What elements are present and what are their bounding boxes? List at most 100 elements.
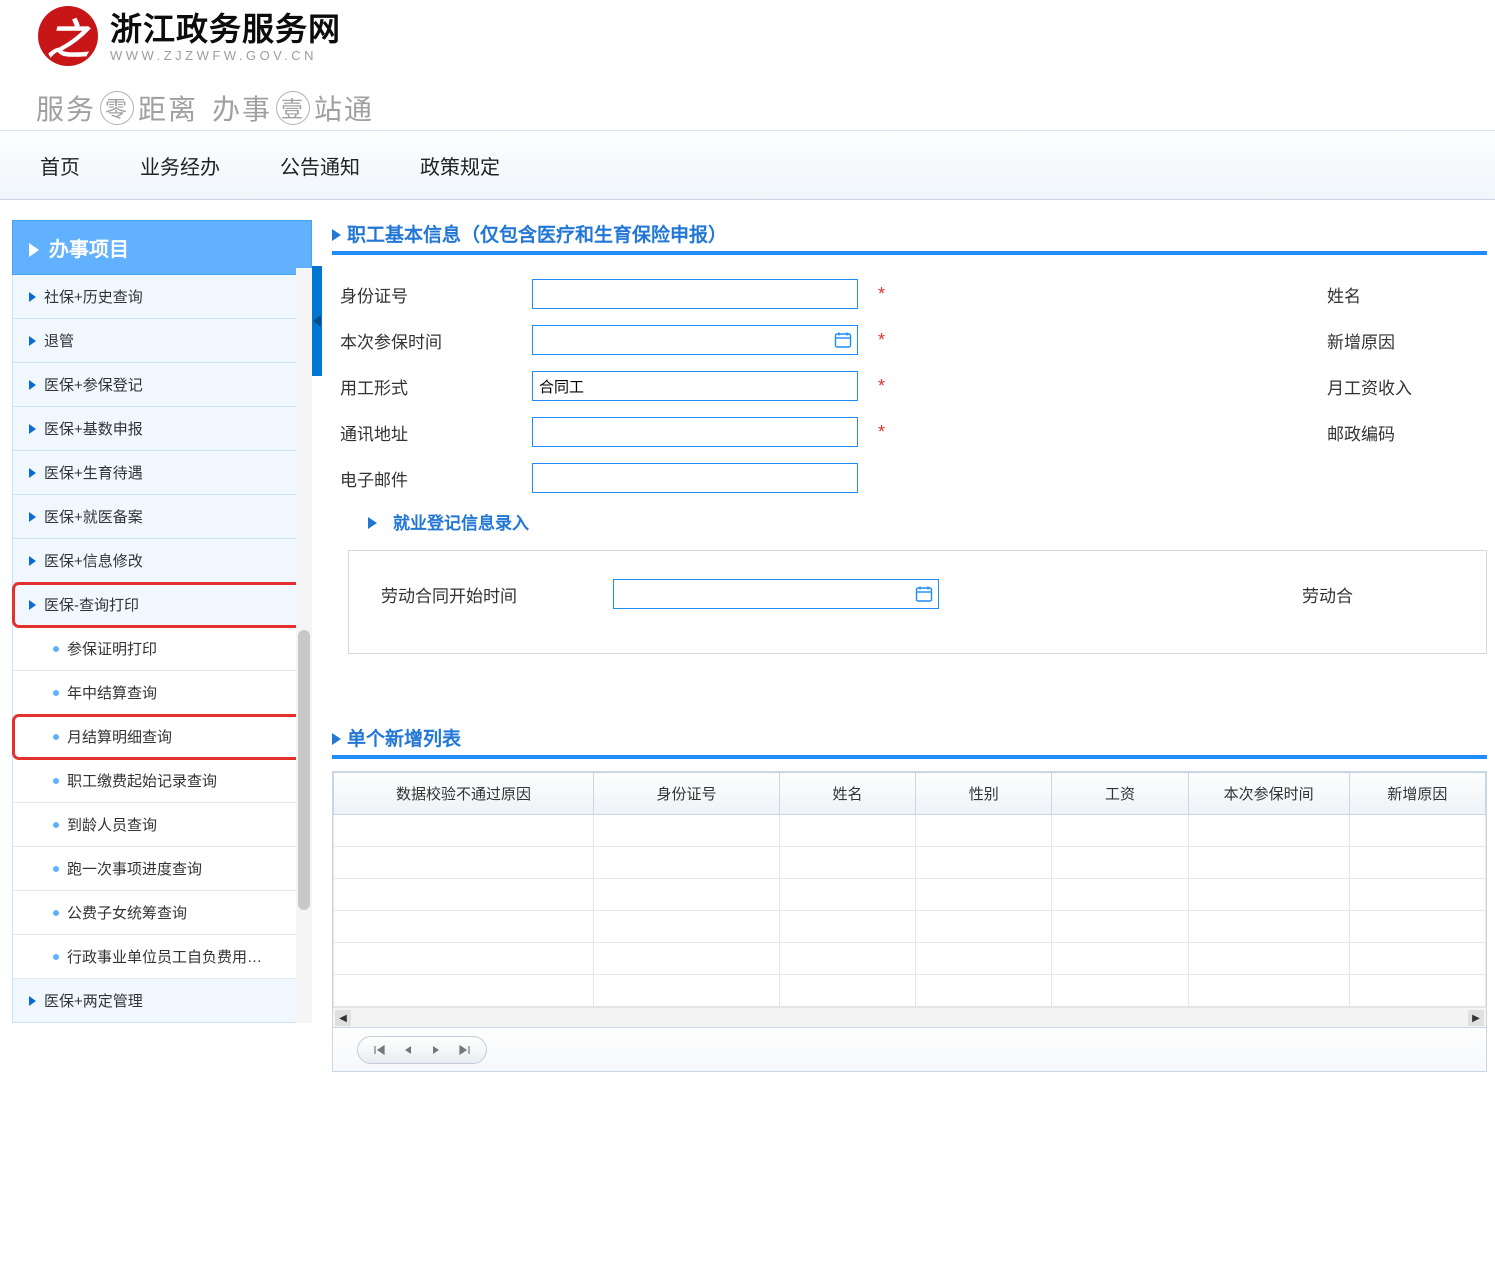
table-row[interactable] bbox=[334, 943, 1486, 975]
table-row[interactable] bbox=[334, 879, 1486, 911]
sidebar-item-11[interactable]: 职工缴费起始记录查询 bbox=[13, 759, 311, 803]
table-row[interactable] bbox=[334, 911, 1486, 943]
label-contract-right: 劳动合 bbox=[1302, 582, 1462, 607]
caret-icon bbox=[29, 600, 36, 610]
sidebar: 办事项目 社保+历史查询退管医保+参保登记医保+基数申报医保+生育待遇医保+就医… bbox=[12, 220, 312, 1023]
caret-icon bbox=[29, 556, 36, 566]
table-row[interactable] bbox=[334, 847, 1486, 879]
dot-icon bbox=[53, 778, 59, 784]
sidebar-item-label: 到龄人员查询 bbox=[67, 817, 157, 834]
pager-next-button[interactable] bbox=[422, 1041, 450, 1059]
input-r3[interactable] bbox=[532, 371, 858, 401]
top-nav: 首页 业务经办 公告通知 政策规定 bbox=[0, 130, 1495, 200]
calendar-icon[interactable] bbox=[909, 579, 939, 609]
label-r4: 通讯地址 bbox=[332, 420, 532, 445]
sidebar-item-6[interactable]: 医保+信息修改 bbox=[13, 539, 311, 583]
pager-prev-button[interactable] bbox=[394, 1041, 422, 1059]
table-hscrollbar[interactable]: ◀ ▶ bbox=[333, 1007, 1486, 1027]
sidebar-item-12[interactable]: 到龄人员查询 bbox=[13, 803, 311, 847]
sidebar-item-2[interactable]: 医保+参保登记 bbox=[13, 363, 311, 407]
label2-r1: 姓名 bbox=[1327, 282, 1487, 307]
sidebar-item-5[interactable]: 医保+就医备案 bbox=[13, 495, 311, 539]
sidebar-item-15[interactable]: 行政事业单位员工自负费用… bbox=[13, 935, 311, 979]
sidebar-item-label: 跑一次事项进度查询 bbox=[67, 861, 202, 878]
dot-icon bbox=[53, 954, 59, 960]
sidebar-scroll-thumb[interactable] bbox=[298, 630, 310, 910]
input-r5[interactable] bbox=[532, 463, 858, 493]
dot-icon bbox=[53, 734, 59, 740]
table-row[interactable] bbox=[334, 975, 1486, 1007]
input-contract-start[interactable] bbox=[613, 579, 939, 609]
required-star: * bbox=[878, 284, 885, 305]
label-r1: 身份证号 bbox=[332, 282, 532, 307]
sidebar-item-label: 医保+两定管理 bbox=[44, 993, 143, 1010]
table-每col-5: 本次参保时间 bbox=[1188, 773, 1349, 815]
label-contract-start: 劳动合同开始时间 bbox=[373, 582, 613, 607]
sidebar-item-label: 职工缴费起始记录查询 bbox=[67, 773, 217, 790]
pager-last-button[interactable] bbox=[450, 1041, 478, 1059]
sidebar-item-label: 医保+参保登记 bbox=[44, 377, 143, 394]
dot-icon bbox=[53, 910, 59, 916]
sidebar-item-label: 医保+就医备案 bbox=[44, 509, 143, 526]
caret-icon bbox=[29, 424, 36, 434]
sidebar-item-4[interactable]: 医保+生育待遇 bbox=[13, 451, 311, 495]
sidebar-item-14[interactable]: 公费子女统筹查询 bbox=[13, 891, 311, 935]
caret-icon bbox=[29, 380, 36, 390]
caret-icon bbox=[332, 229, 341, 241]
caret-icon bbox=[29, 468, 36, 478]
input-r2[interactable] bbox=[532, 325, 858, 355]
data-table: 数据校验不通过原因身份证号姓名性别工资本次参保时间新增原因 ◀ ▶ bbox=[332, 771, 1487, 1028]
label2-r4: 邮政编码 bbox=[1327, 420, 1487, 445]
logo-area: 之 浙江政务服务网 WWW.ZJZWFW.GOV.CN bbox=[38, 4, 341, 66]
caret-icon bbox=[29, 996, 36, 1006]
table-row[interactable] bbox=[334, 815, 1486, 847]
table-每col-6: 新增原因 bbox=[1349, 773, 1485, 815]
dot-icon bbox=[53, 646, 59, 652]
sidebar-item-label: 年中结算查询 bbox=[67, 685, 157, 702]
sidebar-item-7[interactable]: 医保-查询打印 bbox=[13, 583, 311, 627]
sidebar-item-8[interactable]: 参保证明打印 bbox=[13, 627, 311, 671]
label-r3: 用工形式 bbox=[332, 374, 532, 399]
sidebar-item-10[interactable]: 月结算明细查询 bbox=[13, 715, 311, 759]
calendar-icon[interactable] bbox=[828, 325, 858, 355]
sub-section-employment[interactable]: 就业登记信息录入 bbox=[368, 509, 1487, 534]
nav-item-3[interactable]: 政策规定 bbox=[420, 151, 500, 180]
table-每col-3: 性别 bbox=[916, 773, 1052, 815]
sidebar-item-3[interactable]: 医保+基数申报 bbox=[13, 407, 311, 451]
sidebar-scrollbar[interactable] bbox=[296, 268, 312, 1023]
site-title: 浙江政务服务网 bbox=[110, 4, 341, 50]
sidebar-item-label: 退管 bbox=[44, 333, 74, 350]
slogan: 服务 零 距离 办事 壹 站通 bbox=[36, 88, 374, 128]
input-r4[interactable] bbox=[532, 417, 858, 447]
dot-icon bbox=[53, 822, 59, 828]
label2-r3: 月工资收入 bbox=[1327, 374, 1487, 399]
label-r5: 电子邮件 bbox=[332, 466, 532, 491]
page-header: 之 浙江政务服务网 WWW.ZJZWFW.GOV.CN 服务 零 距离 办事 壹… bbox=[0, 0, 1495, 200]
caret-icon bbox=[29, 512, 36, 522]
nav-item-0[interactable]: 首页 bbox=[40, 151, 80, 180]
table-每col-1: 身份证号 bbox=[594, 773, 780, 815]
sidebar-item-1[interactable]: 退管 bbox=[13, 319, 311, 363]
sidebar-item-label: 公费子女统筹查询 bbox=[67, 905, 187, 922]
caret-icon bbox=[368, 517, 377, 529]
scroll-right-icon[interactable]: ▶ bbox=[1468, 1010, 1484, 1026]
pager-first-button[interactable] bbox=[366, 1041, 394, 1059]
sidebar-header: 办事项目 bbox=[12, 220, 312, 275]
nav-item-1[interactable]: 业务经办 bbox=[140, 151, 220, 180]
sidebar-item-9[interactable]: 年中结算查询 bbox=[13, 671, 311, 715]
sidebar-item-0[interactable]: 社保+历史查询 bbox=[13, 275, 311, 319]
scroll-left-icon[interactable]: ◀ bbox=[335, 1010, 351, 1026]
sidebar-collapse-handle[interactable] bbox=[312, 266, 322, 376]
sidebar-item-label: 参保证明打印 bbox=[67, 641, 157, 658]
sidebar-item-label: 医保-查询打印 bbox=[44, 597, 139, 614]
label2-r2: 新增原因 bbox=[1327, 328, 1487, 353]
sidebar-item-16[interactable]: 医保+两定管理 bbox=[13, 979, 311, 1023]
input-r1[interactable] bbox=[532, 279, 858, 309]
table-每col-4: 工资 bbox=[1052, 773, 1188, 815]
nav-item-2[interactable]: 公告通知 bbox=[280, 151, 360, 180]
sidebar-item-13[interactable]: 跑一次事项进度查询 bbox=[13, 847, 311, 891]
sidebar-item-label: 月结算明细查询 bbox=[67, 729, 172, 746]
section-title-add-list: 单个新增列表 bbox=[332, 724, 1487, 751]
caret-icon bbox=[29, 336, 36, 346]
required-star: * bbox=[878, 422, 885, 443]
